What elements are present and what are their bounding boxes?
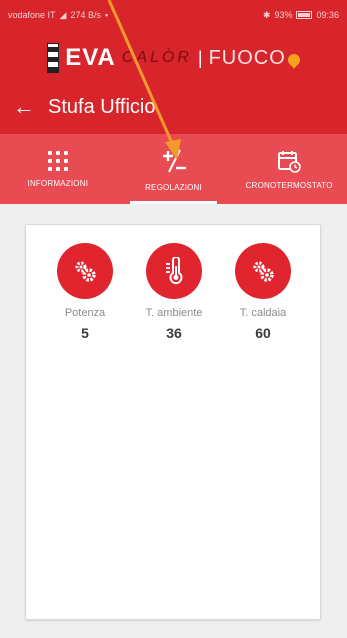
flame-icon bbox=[285, 51, 303, 69]
carrier-text: vodafone IT bbox=[8, 10, 56, 20]
tab-label: REGOLAZIONI bbox=[145, 182, 202, 192]
tab-regolazioni[interactable]: REGOLAZIONI bbox=[116, 134, 232, 204]
logo-eva: EVA bbox=[65, 44, 116, 71]
regulation-potenza[interactable]: Potenza 5 bbox=[45, 243, 125, 341]
gears-icon bbox=[253, 261, 274, 282]
back-button[interactable]: ← bbox=[0, 84, 48, 130]
tab-informazioni[interactable]: INFORMAZIONI bbox=[0, 134, 116, 204]
brand-logo: EVA CALÒR | FUOCO bbox=[0, 40, 347, 76]
thermometer-icon bbox=[166, 257, 183, 285]
tab-label: INFORMAZIONI bbox=[27, 178, 89, 188]
header: vodafone IT ◢ 274 B/s ▪ ✱ 93% 09:36 EVA … bbox=[0, 0, 347, 134]
battery-percent: 93% bbox=[274, 10, 293, 20]
status-left: vodafone IT ◢ 274 B/s ▪ bbox=[8, 10, 108, 21]
regulation-label: T. caldaia bbox=[239, 307, 287, 319]
regulation-value: 60 bbox=[255, 325, 271, 341]
regulation-value: 5 bbox=[81, 325, 89, 341]
regulation-value: 36 bbox=[166, 325, 182, 341]
page-title: Stufa Ufficio bbox=[48, 95, 156, 118]
logo-fuoco: FUOCO bbox=[208, 46, 286, 69]
regulation-label: T. ambiente bbox=[145, 307, 203, 319]
regulation-t-caldaia[interactable]: T. caldaia 60 bbox=[223, 243, 303, 341]
gears-icon bbox=[75, 261, 96, 282]
grid-icon bbox=[47, 150, 68, 171]
regulation-t-ambiente[interactable]: T. ambiente 36 bbox=[134, 243, 214, 341]
bluetooth-icon: ✱ bbox=[262, 9, 271, 20]
network-speed: 274 B/s bbox=[70, 10, 101, 20]
t-ambiente-button[interactable] bbox=[146, 243, 202, 299]
plus-minus-icon bbox=[162, 149, 186, 172]
status-bar: vodafone IT ◢ 274 B/s ▪ ✱ 93% 09:36 bbox=[0, 0, 347, 30]
logo-separator: | bbox=[197, 47, 203, 68]
t-caldaia-button[interactable] bbox=[235, 243, 291, 299]
logo-mark-icon bbox=[47, 43, 60, 73]
tab-cronotermostato[interactable]: CRONOTERMOSTATO bbox=[231, 134, 347, 204]
calendar-clock-icon bbox=[278, 150, 301, 173]
logo-calor: CALÒR bbox=[121, 49, 192, 66]
battery-icon bbox=[296, 11, 313, 19]
status-right: ✱ 93% 09:36 bbox=[263, 10, 339, 21]
clock: 09:36 bbox=[316, 10, 339, 20]
regulations-card: Potenza 5 T. ambiente 36 T. caldaia 60 bbox=[25, 224, 321, 620]
back-arrow-icon: ← bbox=[13, 94, 35, 119]
regulation-label: Potenza bbox=[64, 307, 106, 319]
signal-icon: ◢ bbox=[59, 9, 67, 20]
tab-bar: INFORMAZIONI REGOLAZIONI CRONOTERMOSTATO bbox=[0, 134, 347, 204]
app-bar: ← Stufa Ufficio bbox=[0, 84, 347, 130]
notification-icon: ▪ bbox=[104, 10, 109, 20]
tab-label: CRONOTERMOSTATO bbox=[245, 180, 333, 190]
potenza-button[interactable] bbox=[57, 243, 113, 299]
